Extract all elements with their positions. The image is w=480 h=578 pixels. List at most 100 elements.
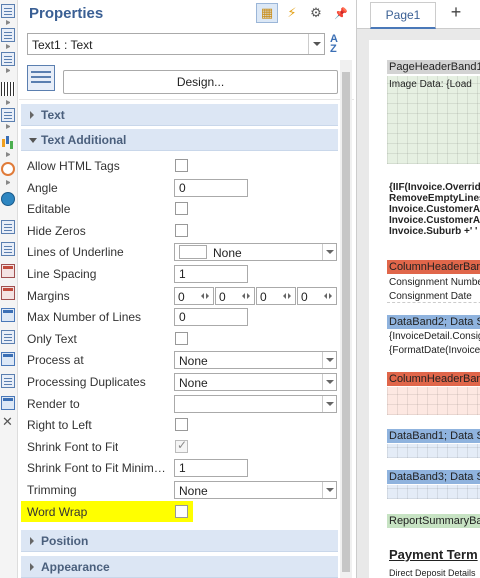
properties-scrollbar[interactable] [340,60,352,578]
margin-value: 0 [219,289,226,304]
invoice-detail-text[interactable]: {InvoiceDetail.Consig [389,331,480,342]
section-text[interactable]: Text [21,104,338,126]
prop-text-input[interactable]: 1 [174,265,248,283]
data-band-2[interactable]: DataBand2; Data S [387,315,480,329]
chevron-down-icon[interactable] [322,482,336,498]
section-label: Position [41,534,89,548]
rich-text-icon[interactable] [1,242,15,256]
image-component[interactable]: Image Data: {Load [387,76,480,164]
prop-dropdown[interactable]: None [174,243,337,262]
gauge-icon[interactable] [1,162,15,176]
expand-chevron-icon[interactable] [6,44,10,49]
expand-chevron-icon[interactable] [6,68,10,73]
prop-row-render-to: Render to [21,393,338,415]
prop-row-allow-html-tags: Allow HTML Tags [21,155,338,177]
section-text-additional[interactable]: Text Additional [21,129,338,151]
prop-dropdown[interactable]: None [174,351,337,370]
expression-text-component[interactable]: {IIF(Invoice.Override RemoveEmptyLines I… [387,180,480,242]
chevron-down-icon[interactable] [322,352,336,369]
prop-text-input[interactable]: 0 [174,308,248,327]
page-header-band[interactable]: PageHeaderBand1 [387,60,480,74]
component-toolbar [0,0,18,578]
prop-row-right-to-left: Right to Left [21,414,338,436]
shapes-icon[interactable] [1,108,15,122]
prop-row-max-number-of-lines: Max Number of Lines 0 [21,306,338,328]
prop-checkbox[interactable] [175,202,188,216]
prop-row-hide-zeros: Hide Zeros [21,220,338,242]
chevron-right-icon [30,537,34,545]
margin-input[interactable]: 0 [174,286,214,305]
cross-tab-icon[interactable] [1,374,15,388]
expand-chevron-icon[interactable] [6,180,10,185]
prop-dropdown[interactable]: None [174,481,337,499]
barcode-icon[interactable] [1,82,15,96]
expand-chevron-icon[interactable] [6,20,10,25]
add-page-button[interactable]: + [446,2,466,24]
footer-band-icon[interactable] [1,286,15,300]
expand-chevron-icon[interactable] [6,152,10,157]
data-band-1[interactable]: DataBand1; Data S [387,429,480,443]
design-button[interactable]: Design... [63,70,338,94]
chart-icon[interactable] [1,134,15,148]
margin-input[interactable]: 0 [215,286,255,305]
prop-dropdown[interactable] [174,394,337,413]
tools-icon[interactable] [1,414,15,430]
expand-chevron-icon[interactable] [6,100,10,105]
prop-checkbox[interactable] [175,223,188,237]
spinner-icon[interactable] [283,292,294,300]
data-band-icon[interactable] [1,52,15,66]
events-icon[interactable]: ⚡ [281,3,303,23]
image-icon[interactable] [1,396,15,410]
tab-page1[interactable]: Page1 [370,2,436,29]
spinner-icon[interactable] [201,292,212,300]
prop-row-shrink-font-to-fit-minimum: Shrink Font to Fit Minimum ... 1 [21,457,338,479]
chevron-down-icon[interactable] [322,374,336,390]
sort-az-icon[interactable]: AZ [330,34,348,55]
prop-checkbox[interactable] [175,504,188,518]
prop-text-input[interactable]: 0 [174,178,248,197]
data-band-3[interactable]: DataBand3; Data S [387,470,480,484]
spinner-icon[interactable] [242,292,253,300]
consignment-date-label[interactable]: Consignment Date [389,291,472,302]
margin-input[interactable]: 0 [256,286,296,305]
margin-input[interactable]: 0 [297,286,337,305]
chevron-down-icon[interactable] [322,395,336,412]
properties-icon[interactable]: ▦ [256,3,278,23]
chevron-down-icon[interactable] [308,34,324,54]
page-header-band-icon[interactable] [1,28,15,42]
format-date-text[interactable]: {FormatDate(InvoiceD [389,345,480,356]
prop-dropdown[interactable]: None [174,373,337,391]
section-appearance[interactable]: Appearance [21,556,338,578]
section-label: Text Additional [41,133,127,147]
prop-checkbox[interactable] [175,418,188,432]
payment-terms-text[interactable]: Payment Term [387,545,480,567]
sub-report-icon[interactable] [1,330,15,344]
column-header-band-1[interactable]: ColumnHeaderBan [387,372,480,386]
page-tabbar: Page1 + [357,0,480,29]
prop-checkbox[interactable] [175,331,188,345]
object-select[interactable]: Text1 : Text [27,33,325,55]
scrollbar-thumb[interactable] [342,72,350,572]
pin-icon[interactable]: 📌 [330,3,352,23]
settings-icon[interactable]: ⚙ [305,3,327,23]
section-position[interactable]: Position [21,530,338,552]
panel-icon[interactable] [1,308,15,322]
table-icon[interactable] [1,352,15,366]
prop-row-shrink-font-to-fit: Shrink Font to Fit [21,436,338,458]
chevron-right-icon [30,111,34,119]
text-component-icon[interactable] [1,220,15,234]
column-header-band-2[interactable]: ColumnHeaderBan [387,260,480,274]
direct-deposit-label[interactable]: Direct Deposit Details [389,568,476,578]
prop-checkbox[interactable] [175,159,188,172]
map-icon[interactable] [1,192,15,206]
properties-header: Properties ▦ ⚡ ⚙ 📌 [19,0,354,28]
prop-label: Hide Zeros [27,223,86,238]
expand-chevron-icon[interactable] [6,124,10,129]
header-band-icon[interactable] [1,264,15,278]
spinner-icon[interactable] [324,292,335,300]
chevron-down-icon[interactable] [322,244,336,261]
prop-text-input[interactable]: 1 [174,459,248,478]
report-summary-band[interactable]: ReportSummaryBa [387,514,480,528]
consignment-number-label[interactable]: Consignment Numbe [389,277,480,288]
report-title-band-icon[interactable] [1,4,15,18]
